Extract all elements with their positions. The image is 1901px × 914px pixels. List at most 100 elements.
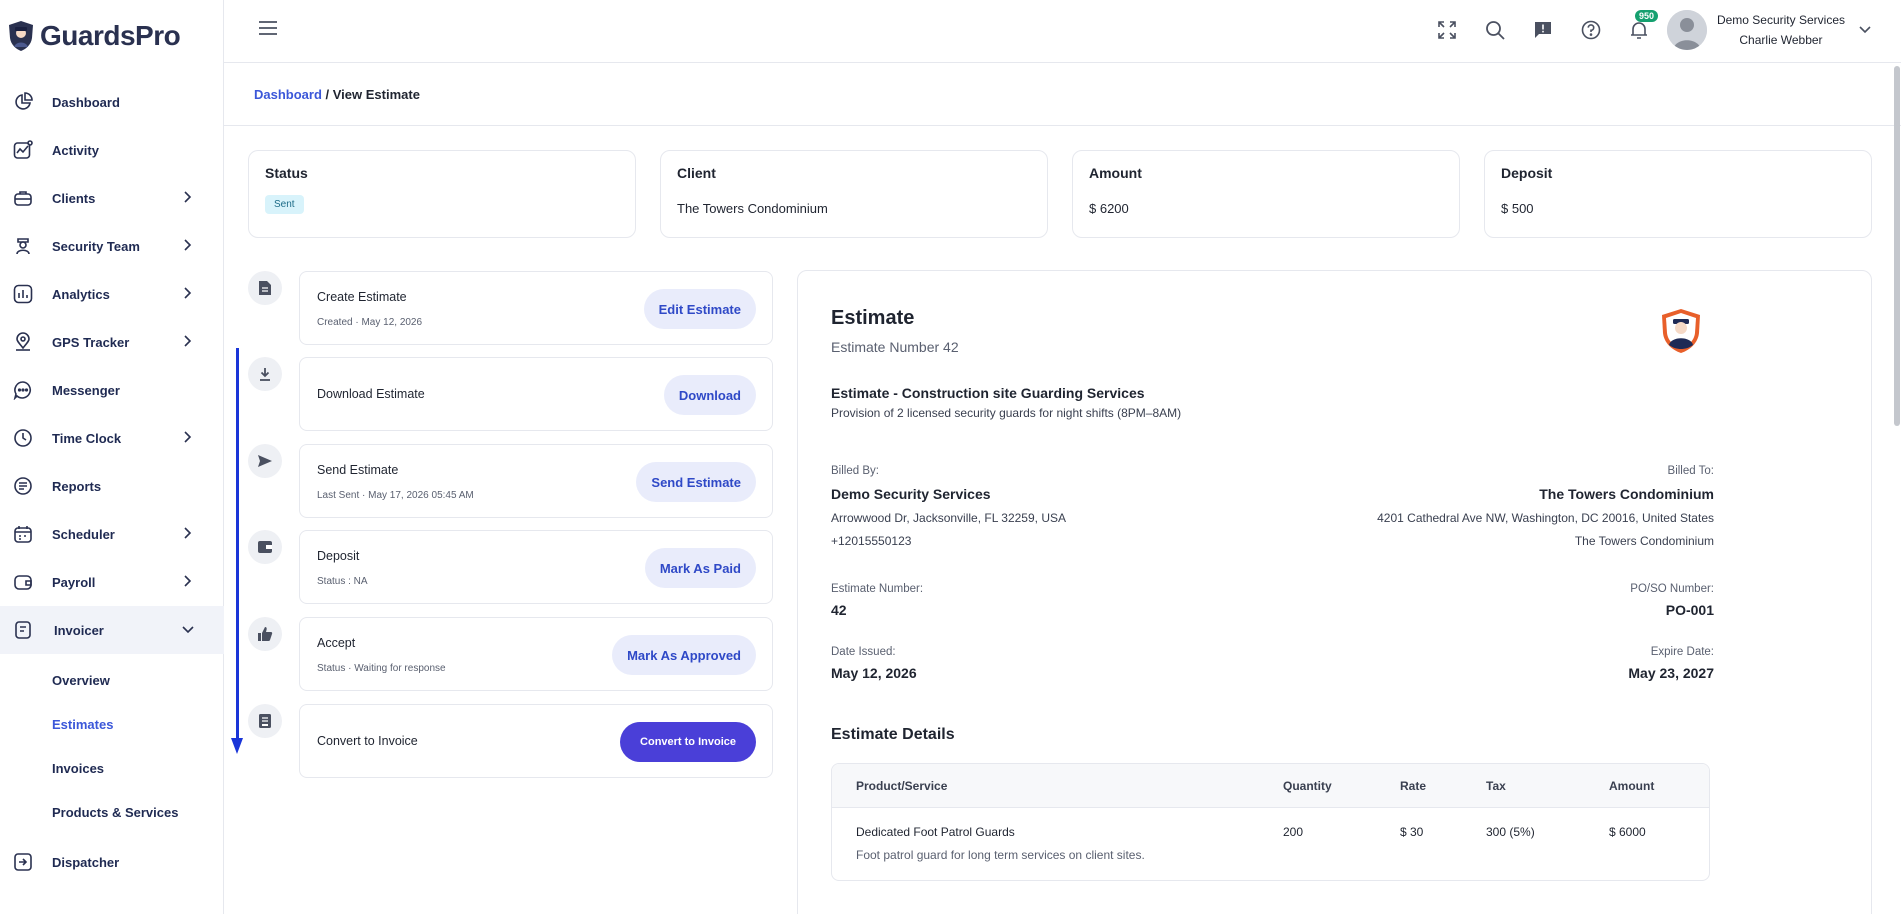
reports-icon	[12, 475, 34, 497]
step-icon-create	[248, 271, 282, 305]
status-card-title: Status	[265, 165, 308, 181]
sidebar-subitem-overview[interactable]: Overview	[0, 658, 224, 702]
sidebar-item-label: Dispatcher	[52, 854, 120, 870]
help-icon	[1581, 20, 1601, 40]
user-menu[interactable]: Demo Security Services Charlie Webber	[1666, 10, 1871, 50]
user-info: Demo Security Services Charlie Webber	[1717, 13, 1845, 47]
app-name: GuardsPro	[40, 20, 181, 51]
sidebar-item-time-clock[interactable]: Time Clock	[0, 414, 224, 462]
sidebar-item-security-team[interactable]: Security Team	[0, 222, 224, 270]
sidebar-item-reports[interactable]: Reports	[0, 462, 224, 510]
sidebar-item-dispatcher[interactable]: Dispatcher	[0, 838, 224, 886]
step-convert-to-invoice: Convert to Invoice Convert to Invoice	[299, 704, 773, 778]
step-subtitle: Created · May 12, 2026	[317, 317, 423, 328]
step-title: Create Estimate	[317, 290, 407, 304]
billed-to-extra: The Towers Condominium	[1574, 534, 1714, 548]
sidebar-item-messenger[interactable]: Messenger	[0, 366, 224, 414]
step-deposit: Deposit Status : NA Mark As Paid	[299, 530, 773, 604]
column-header-rate: Rate	[1400, 779, 1427, 793]
expire-date-label: Expire Date:	[1650, 646, 1714, 658]
sidebar-item-label: Scheduler	[52, 526, 115, 542]
billed-by-phone: +12015550123	[831, 534, 912, 548]
chevron-right-icon	[184, 287, 192, 299]
row-amount: $ 6000	[1609, 825, 1646, 839]
billed-by-name: Demo Security Services	[831, 486, 991, 502]
avatar	[1666, 10, 1707, 50]
sidebar-item-gps-tracker[interactable]: GPS Tracker	[0, 318, 224, 366]
status-card: Status Sent	[248, 150, 636, 238]
gps-icon	[12, 331, 34, 353]
row-tax: 300 (5%)	[1486, 825, 1535, 839]
billed-by-address: Arrowwood Dr, Jacksonville, FL 32259, US…	[831, 511, 1066, 525]
company-shield-logo-icon	[1662, 309, 1700, 353]
top-bar: 950 Demo Security Services Charlie Webbe…	[224, 0, 1901, 63]
sidebar-subitem-products-services[interactable]: Products & Services	[0, 790, 224, 834]
sidebar-item-scheduler[interactable]: Scheduler	[0, 510, 224, 558]
amount-card: Amount $ 6200	[1072, 150, 1460, 238]
step-create-estimate: Create Estimate Created · May 12, 2026 E…	[299, 271, 773, 345]
estimate-heading: Estimate	[831, 307, 915, 329]
sidebar-item-analytics[interactable]: Analytics	[0, 270, 224, 318]
sidebar-subitem-invoices[interactable]: Invoices	[0, 746, 224, 790]
sidebar-item-label: Invoicer	[54, 622, 104, 638]
client-card-title: Client	[677, 165, 716, 181]
sidebar-item-dashboard[interactable]: Dashboard	[0, 78, 224, 126]
step-icon-deposit	[248, 530, 282, 564]
sidebar-item-activity[interactable]: Activity	[0, 126, 224, 174]
clock-icon	[12, 427, 34, 449]
sidebar-item-label: Reports	[52, 478, 102, 494]
help-button[interactable]	[1579, 18, 1603, 42]
sidebar-item-label: Dashboard	[52, 94, 120, 110]
chevron-right-icon	[184, 575, 192, 587]
clients-icon	[12, 187, 34, 209]
download-button[interactable]: Download	[663, 375, 756, 415]
step-icon-download	[248, 357, 282, 391]
step-icon-convert	[248, 704, 282, 738]
po-number-value: PO-001	[1665, 602, 1714, 618]
table-row: Dedicated Foot Patrol Guards Foot patrol…	[832, 808, 1709, 880]
sidebar-item-clients[interactable]: Clients	[0, 174, 224, 222]
app-logo[interactable]: GuardsPro	[8, 20, 181, 52]
estimate-number-value: 42	[831, 602, 847, 618]
sidebar-item-invoicer[interactable]: Invoicer	[0, 606, 224, 654]
guardspro-shield-icon	[9, 21, 33, 51]
mark-as-paid-button[interactable]: Mark As Paid	[644, 548, 756, 588]
client-card-value: The Towers Condominium	[677, 201, 828, 216]
step-icon-accept	[248, 617, 282, 651]
sidebar-subitem-estimates[interactable]: Estimates	[0, 702, 224, 746]
user-name: Charlie Webber	[1739, 33, 1823, 47]
menu-toggle-button[interactable]	[258, 20, 278, 41]
date-issued-value: May 12, 2026	[831, 665, 917, 681]
feedback-button[interactable]	[1531, 18, 1555, 42]
edit-estimate-button[interactable]: Edit Estimate	[643, 289, 756, 329]
status-badge: Sent	[265, 195, 304, 214]
search-icon	[1486, 21, 1505, 40]
convert-to-invoice-button[interactable]: Convert to Invoice	[620, 722, 756, 762]
sidebar-item-label: Time Clock	[52, 430, 122, 446]
amount-card-title: Amount	[1089, 165, 1142, 181]
top-icon-group: 950	[1435, 10, 1659, 42]
dashboard-icon	[12, 91, 34, 113]
billed-to-address: 4201 Cathedral Ave NW, Washington, DC 20…	[1377, 511, 1714, 525]
hamburger-icon	[259, 21, 277, 35]
analytics-icon	[12, 283, 34, 305]
step-subtitle: Last Sent · May 17, 2026 05:45 AM	[317, 490, 474, 501]
sidebar-item-payroll[interactable]: Payroll	[0, 558, 224, 606]
sidebar-item-label: Analytics	[52, 286, 110, 302]
step-subtitle: Status : NA	[317, 576, 368, 587]
send-estimate-button[interactable]: Send Estimate	[636, 462, 756, 502]
step-subtitle: Status · Waiting for response	[317, 663, 446, 674]
deposit-card-title: Deposit	[1501, 165, 1553, 181]
fullscreen-button[interactable]	[1435, 18, 1459, 42]
chevron-down-icon	[1859, 26, 1871, 34]
user-company: Demo Security Services	[1716, 13, 1845, 27]
page-scrollbar[interactable]	[1894, 66, 1900, 426]
dispatcher-icon	[12, 851, 34, 873]
breadcrumb-dashboard-link[interactable]: Dashboard	[254, 87, 322, 102]
search-button[interactable]	[1483, 18, 1507, 42]
estimate-title: Estimate - Construction site Guarding Se…	[831, 385, 1145, 401]
activity-icon	[12, 139, 34, 161]
step-title: Download Estimate	[317, 387, 425, 401]
notifications-button[interactable]: 950	[1627, 10, 1659, 42]
mark-as-approved-button[interactable]: Mark As Approved	[612, 635, 756, 675]
